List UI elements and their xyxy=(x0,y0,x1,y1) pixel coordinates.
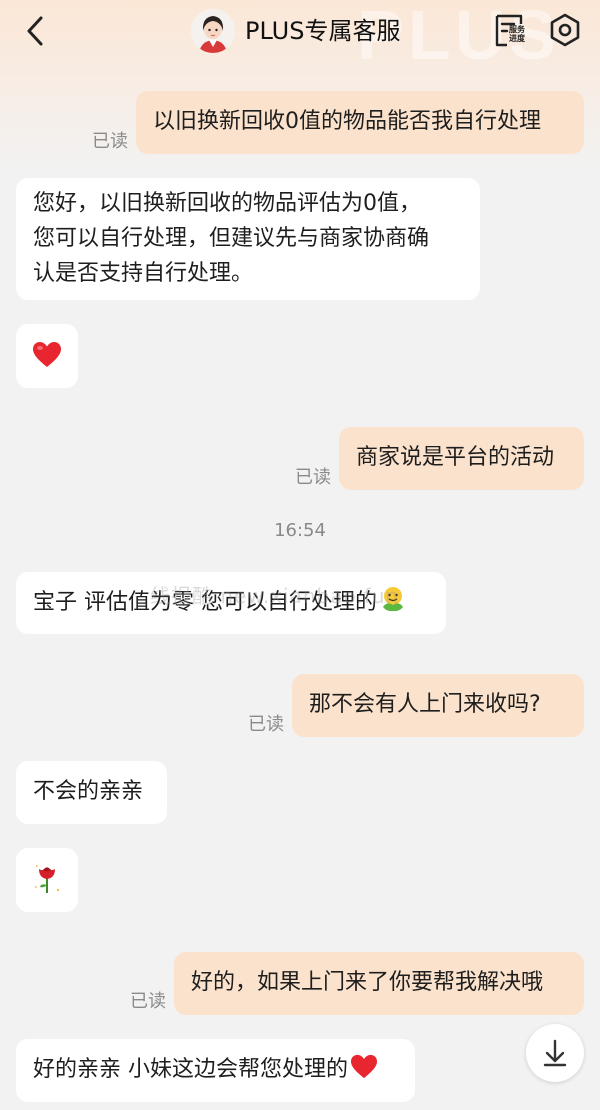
chevron-left-icon[interactable] xyxy=(22,14,50,48)
red-heart-icon xyxy=(351,1054,377,1079)
message-text-line: 您可以自行处理，但建议先与商家协商确 xyxy=(33,226,430,251)
my-message-bubble[interactable]: 商家说是平台的活动 xyxy=(339,427,584,490)
service-progress-button[interactable]: 服务进度 xyxy=(493,12,531,50)
agent-emoji-bubble[interactable] xyxy=(16,848,78,912)
read-status: 已读 xyxy=(130,991,166,1012)
agent-message-bubble[interactable]: 不会的亲亲 xyxy=(16,761,167,824)
message-text-line: 您好，以旧换新回收的物品评估为0值， xyxy=(33,191,421,216)
message-text: 那不会有人上门来收吗? xyxy=(309,692,541,717)
arrow-down-icon xyxy=(543,1039,567,1067)
message-text: 好的，如果上门来了你要帮我解决哦 xyxy=(191,970,544,995)
my-message-bubble[interactable]: 那不会有人上门来收吗? xyxy=(292,674,584,737)
timestamp: 16:54 xyxy=(274,520,326,541)
agent-avatar[interactable] xyxy=(191,9,235,53)
rose-icon xyxy=(35,865,59,893)
service-progress-label: 服务进度 xyxy=(509,25,525,43)
message-text: 以旧换新回收0值的物品能否我自行处理 xyxy=(153,109,541,134)
read-status: 已读 xyxy=(295,467,331,488)
chat-header: PLUS专属客服 服务进度 xyxy=(0,0,600,62)
my-message-bubble[interactable]: 以旧换新回收0值的物品能否我自行处理 xyxy=(136,91,584,154)
read-status: 已读 xyxy=(92,131,128,152)
watermark-text: 线报酷 new.xianbao.fun xyxy=(150,584,400,608)
agent-message-bubble[interactable]: 您好，以旧换新回收的物品评估为0值， 您可以自行处理，但建议先与商家协商确 认是… xyxy=(16,178,480,300)
read-status: 已读 xyxy=(248,714,284,735)
chat-title: PLUS专属客服 xyxy=(245,17,401,45)
hexagon-settings-icon[interactable] xyxy=(547,12,583,48)
red-heart-icon xyxy=(33,342,61,367)
my-message-bubble[interactable]: 好的，如果上门来了你要帮我解决哦 xyxy=(174,952,584,1015)
scroll-to-bottom-button[interactable] xyxy=(526,1024,584,1082)
message-text: 商家说是平台的活动 xyxy=(356,445,555,470)
agent-message-bubble[interactable]: 好的亲亲 小妹这边会帮您处理的 xyxy=(16,1039,415,1102)
message-text: 好的亲亲 小妹这边会帮您处理的 xyxy=(33,1057,348,1082)
message-text-line: 认是否支持自行处理。 xyxy=(33,261,254,286)
agent-emoji-bubble[interactable] xyxy=(16,324,78,388)
message-text: 不会的亲亲 xyxy=(33,779,144,804)
